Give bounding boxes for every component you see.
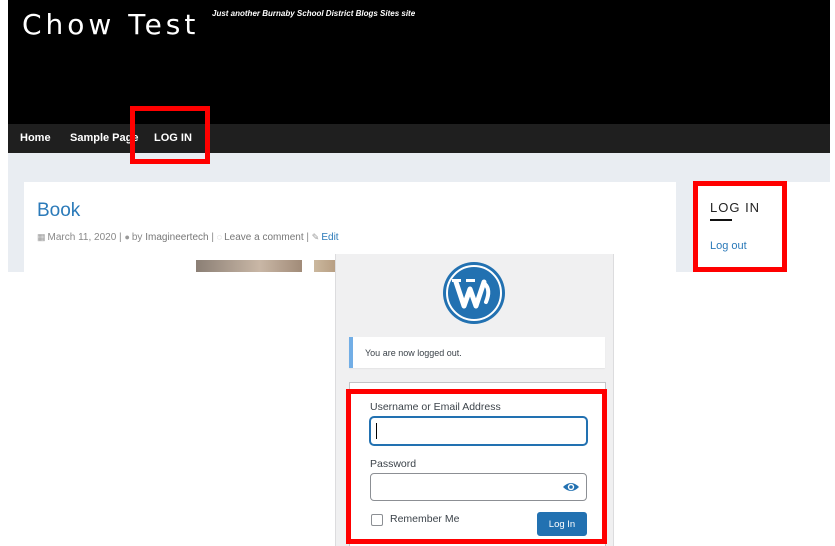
wordpress-login-screen: You are now logged out. Username or Emai… — [335, 254, 614, 546]
author-prefix: by — [131, 232, 143, 243]
widget-title-underline — [710, 219, 732, 221]
username-label: Username or Email Address — [370, 401, 501, 413]
logout-notice: You are now logged out. — [349, 337, 605, 368]
login-submit-button[interactable]: Log In — [537, 512, 587, 536]
author-link[interactable]: Imagineertech — [145, 232, 208, 243]
text-caret — [376, 423, 377, 439]
notice-message: You are now logged out. — [365, 348, 462, 358]
nav-link-login[interactable]: LOG IN — [154, 132, 192, 144]
remember-me-label[interactable]: Remember Me — [390, 513, 459, 525]
edit-icon: ✎ — [311, 232, 320, 242]
site-header: Chow Test Just another Burnaby School Di… — [8, 0, 830, 124]
meta-separator: | — [211, 232, 214, 243]
post-image-1[interactable] — [196, 260, 302, 272]
wordpress-logo-icon[interactable] — [441, 260, 507, 326]
meta-separator: | — [119, 232, 122, 243]
main-navigation: Home Sample Page LOG IN — [8, 124, 830, 153]
nav-link-home[interactable]: Home — [20, 132, 51, 144]
logout-link[interactable]: Log out — [710, 240, 747, 252]
password-input[interactable] — [370, 473, 587, 501]
password-label: Password — [370, 458, 417, 470]
comment-icon: ◌ — [216, 232, 223, 242]
leave-comment-link[interactable]: Leave a comment — [224, 232, 304, 243]
user-icon: ● — [124, 232, 130, 242]
post-meta: ▦ March 11, 2020 | ● by Imagineertech | ◌ L… — [37, 232, 339, 243]
post-date: March 11, 2020 — [47, 232, 117, 243]
widget-title: LOG IN — [710, 200, 761, 215]
post-title[interactable]: Book — [37, 200, 80, 222]
sidebar-login-widget: LOG IN Log out — [698, 182, 830, 272]
eye-icon[interactable] — [562, 479, 580, 495]
username-input[interactable] — [370, 417, 587, 445]
meta-separator: | — [306, 232, 310, 243]
login-form: Username or Email Address Password Remem… — [349, 382, 606, 546]
site-title[interactable]: Chow Test — [22, 8, 199, 41]
site-tagline: Just another Burnaby School District Blo… — [212, 9, 416, 18]
remember-me-checkbox[interactable] — [371, 514, 383, 526]
calendar-icon: ▦ — [37, 232, 46, 242]
screenshot-composite: Chow Test Just another Burnaby School Di… — [0, 0, 835, 546]
edit-link[interactable]: Edit — [321, 232, 338, 243]
website-frame: Chow Test Just another Burnaby School Di… — [8, 0, 830, 272]
nav-link-sample-page[interactable]: Sample Page — [70, 132, 138, 144]
